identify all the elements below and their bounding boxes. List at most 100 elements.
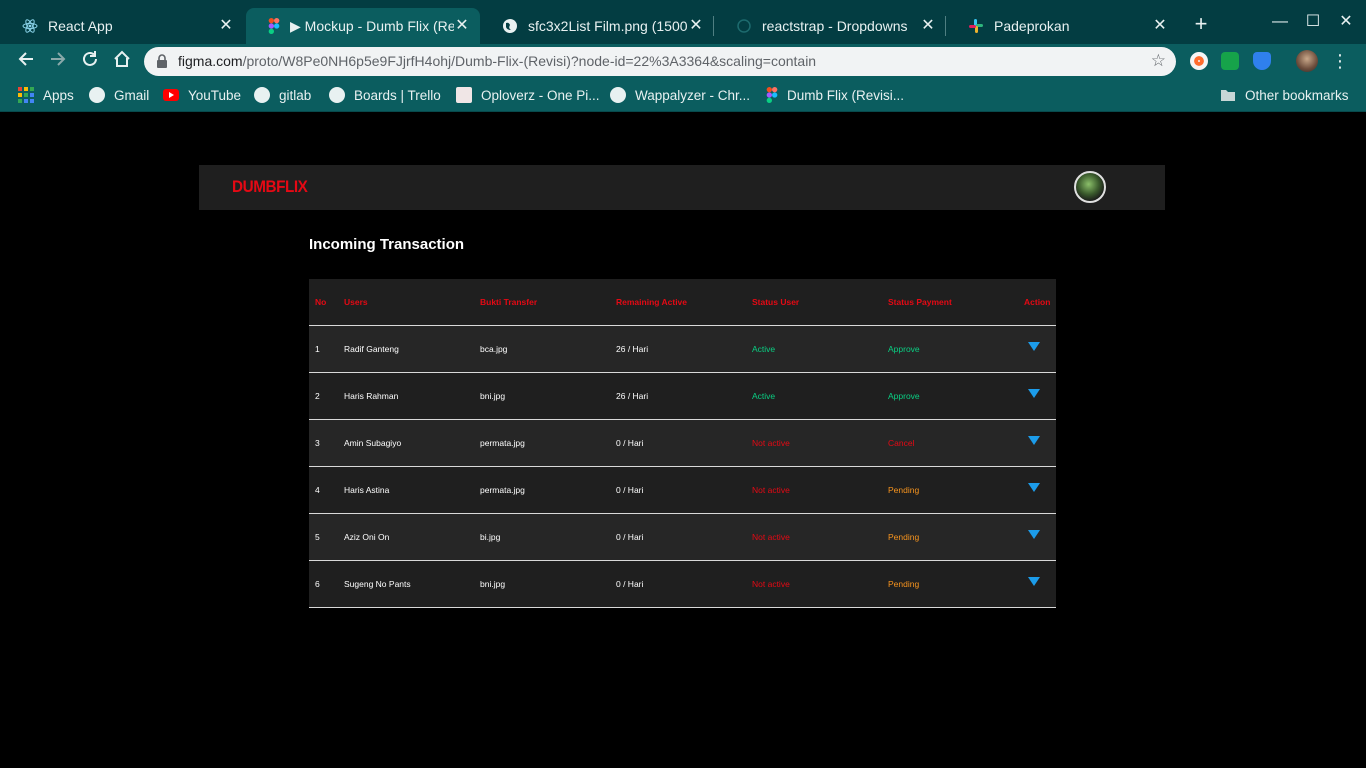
table-row: 5 Aziz Oni On bi.jpg 0 / Hari Not active… xyxy=(309,513,1056,561)
page-viewport: DUMBFLIX Incoming Transaction No Users B… xyxy=(0,113,1366,768)
column-header-remaining-active: Remaining Active xyxy=(610,279,746,326)
forward-button[interactable] xyxy=(46,50,70,72)
maximize-button[interactable]: ☐ xyxy=(1303,12,1323,32)
home-button[interactable] xyxy=(110,50,134,72)
tab-title: Padeprokan xyxy=(994,18,1070,34)
bookmark-trello[interactable]: Boards | Trello xyxy=(329,85,441,105)
minimize-button[interactable]: — xyxy=(1270,12,1290,32)
cell-user: Radif Ganteng xyxy=(338,325,474,373)
extension-icon[interactable] xyxy=(1190,52,1208,70)
globe-icon xyxy=(610,87,626,103)
cell-transfer-file: permata.jpg xyxy=(474,466,610,514)
new-tab-button[interactable]: + xyxy=(1190,13,1212,36)
dropdown-caret-icon[interactable] xyxy=(1028,576,1040,586)
cell-status-payment: Cancel xyxy=(882,419,1018,467)
globe-icon xyxy=(503,19,517,33)
cell-user: Amin Subagiyo xyxy=(338,419,474,467)
tab-png-image[interactable]: sfc3x2List Film.png (1500×11 ✕ xyxy=(480,8,714,44)
browser-tab-bar: React App ✕ ▶ Mockup - Dumb Flix (Revisi… xyxy=(0,0,1366,44)
column-header-status-payment: Status Payment xyxy=(882,279,1018,326)
back-button[interactable] xyxy=(14,50,38,72)
bookmark-gitlab[interactable]: gitlab xyxy=(254,85,311,105)
table-row: 3 Amin Subagiyo permata.jpg 0 / Hari Not… xyxy=(309,419,1056,467)
url-host: figma.com xyxy=(178,53,243,69)
address-bar[interactable]: figma.com/proto/W8Pe0NH6p5e9FJjrfH4ohj/D… xyxy=(144,47,1176,76)
cell-status-payment: Pending xyxy=(882,560,1018,608)
tab-close-icon[interactable]: ✕ xyxy=(454,18,470,34)
cell-status-payment: Pending xyxy=(882,466,1018,514)
bookmarks-bar: Apps Gmail YouTube gitlab Boards | Trell… xyxy=(0,78,1366,112)
cell-status-user: Active xyxy=(746,372,882,420)
cell-status-user: Not active xyxy=(746,560,882,608)
shield-extension-icon[interactable] xyxy=(1253,52,1271,70)
column-header-users: Users xyxy=(338,279,474,326)
grammarly-icon[interactable] xyxy=(1221,52,1239,70)
reload-button[interactable] xyxy=(78,50,102,72)
cell-no: 6 xyxy=(309,560,338,608)
cell-status-user: Not active xyxy=(746,466,882,514)
profile-avatar[interactable] xyxy=(1296,50,1318,72)
bookmark-label: Gmail xyxy=(114,87,150,103)
tab-title: reactstrap - Dropdowns xyxy=(762,18,908,34)
dropdown-caret-icon[interactable] xyxy=(1028,529,1040,539)
cell-transfer-file: bni.jpg xyxy=(474,560,610,608)
bookmark-wappalyzer[interactable]: Wappalyzer - Chr... xyxy=(610,85,750,105)
bookmark-apps[interactable]: Apps xyxy=(18,85,74,105)
tab-padeprokan[interactable]: Padeprokan ✕ xyxy=(946,8,1178,44)
table-row: 6 Sugeng No Pants bni.jpg 0 / Hari Not a… xyxy=(309,560,1056,608)
cell-remaining-active: 0 / Hari xyxy=(610,513,746,561)
app-navbar: DUMBFLIX xyxy=(199,165,1165,210)
cell-no: 5 xyxy=(309,513,338,561)
column-header-action: Action xyxy=(1018,279,1056,326)
cell-user: Haris Rahman xyxy=(338,372,474,420)
column-header-status-user: Status User xyxy=(746,279,882,326)
bookmark-label: Boards | Trello xyxy=(354,87,441,103)
page-title: Incoming Transaction xyxy=(309,236,465,253)
cell-no: 1 xyxy=(309,325,338,373)
figma-icon xyxy=(766,87,778,103)
bookmark-oploverz[interactable]: Oploverz - One Pi... xyxy=(456,85,600,105)
tab-close-icon[interactable]: ✕ xyxy=(1152,18,1168,34)
tab-title: ▶ Mockup - Dumb Flix (Revisi xyxy=(290,17,454,34)
home-icon xyxy=(114,50,130,67)
url-path: /proto/W8Pe0NH6p5e9FJjrfH4ohj/Dumb-Flix-… xyxy=(242,53,817,69)
bookmark-other[interactable]: Other bookmarks xyxy=(1220,85,1349,105)
tab-close-icon[interactable]: ✕ xyxy=(920,18,936,34)
dropdown-caret-icon[interactable] xyxy=(1028,435,1040,445)
browser-menu-button[interactable]: ⋮ xyxy=(1328,50,1352,72)
bookmark-label: Dumb Flix (Revisi... xyxy=(787,87,905,103)
tab-title: React App xyxy=(48,18,113,34)
globe-icon xyxy=(254,87,270,103)
bookmark-star-icon[interactable]: ☆ xyxy=(1151,51,1166,71)
cell-user: Haris Astina xyxy=(338,466,474,514)
column-header-bukti-transfer: Bukti Transfer xyxy=(474,279,610,326)
tab-reactstrap[interactable]: reactstrap - Dropdowns ✕ xyxy=(714,8,946,44)
cell-transfer-file: permata.jpg xyxy=(474,419,610,467)
cell-status-payment: Approve xyxy=(882,325,1018,373)
tab-title: sfc3x2List Film.png (1500×11 xyxy=(528,18,688,34)
bookmark-label: YouTube xyxy=(188,87,242,103)
table-row: 4 Haris Astina permata.jpg 0 / Hari Not … xyxy=(309,466,1056,514)
cell-action xyxy=(1018,325,1056,373)
close-window-button[interactable]: ✕ xyxy=(1336,12,1356,32)
tab-react-app[interactable]: React App ✕ xyxy=(0,8,244,44)
cell-user: Sugeng No Pants xyxy=(338,560,474,608)
dropdown-caret-icon[interactable] xyxy=(1028,482,1040,492)
user-avatar[interactable] xyxy=(1074,171,1106,203)
bookmark-gmail[interactable]: Gmail xyxy=(89,85,149,105)
bookmark-youtube[interactable]: YouTube xyxy=(163,85,241,105)
cell-status-payment: Pending xyxy=(882,513,1018,561)
arrow-left-icon xyxy=(18,52,33,66)
tab-close-icon[interactable]: ✕ xyxy=(218,18,234,34)
url-text: figma.com/proto/W8Pe0NH6p5e9FJjrfH4ohj/D… xyxy=(178,53,816,69)
tab-close-icon[interactable]: ✕ xyxy=(688,18,704,34)
bookmark-dumbflix-figma[interactable]: Dumb Flix (Revisi... xyxy=(766,85,904,105)
globe-icon xyxy=(737,19,751,33)
dropdown-caret-icon[interactable] xyxy=(1028,388,1040,398)
dropdown-caret-icon[interactable] xyxy=(1028,341,1040,351)
cell-transfer-file: bca.jpg xyxy=(474,325,610,373)
column-header-no: No xyxy=(309,279,338,326)
dumbflix-logo[interactable]: DUMBFLIX xyxy=(232,177,308,197)
folder-icon xyxy=(1221,90,1235,101)
tab-figma-mockup[interactable]: ▶ Mockup - Dumb Flix (Revisi ✕ xyxy=(246,8,480,44)
